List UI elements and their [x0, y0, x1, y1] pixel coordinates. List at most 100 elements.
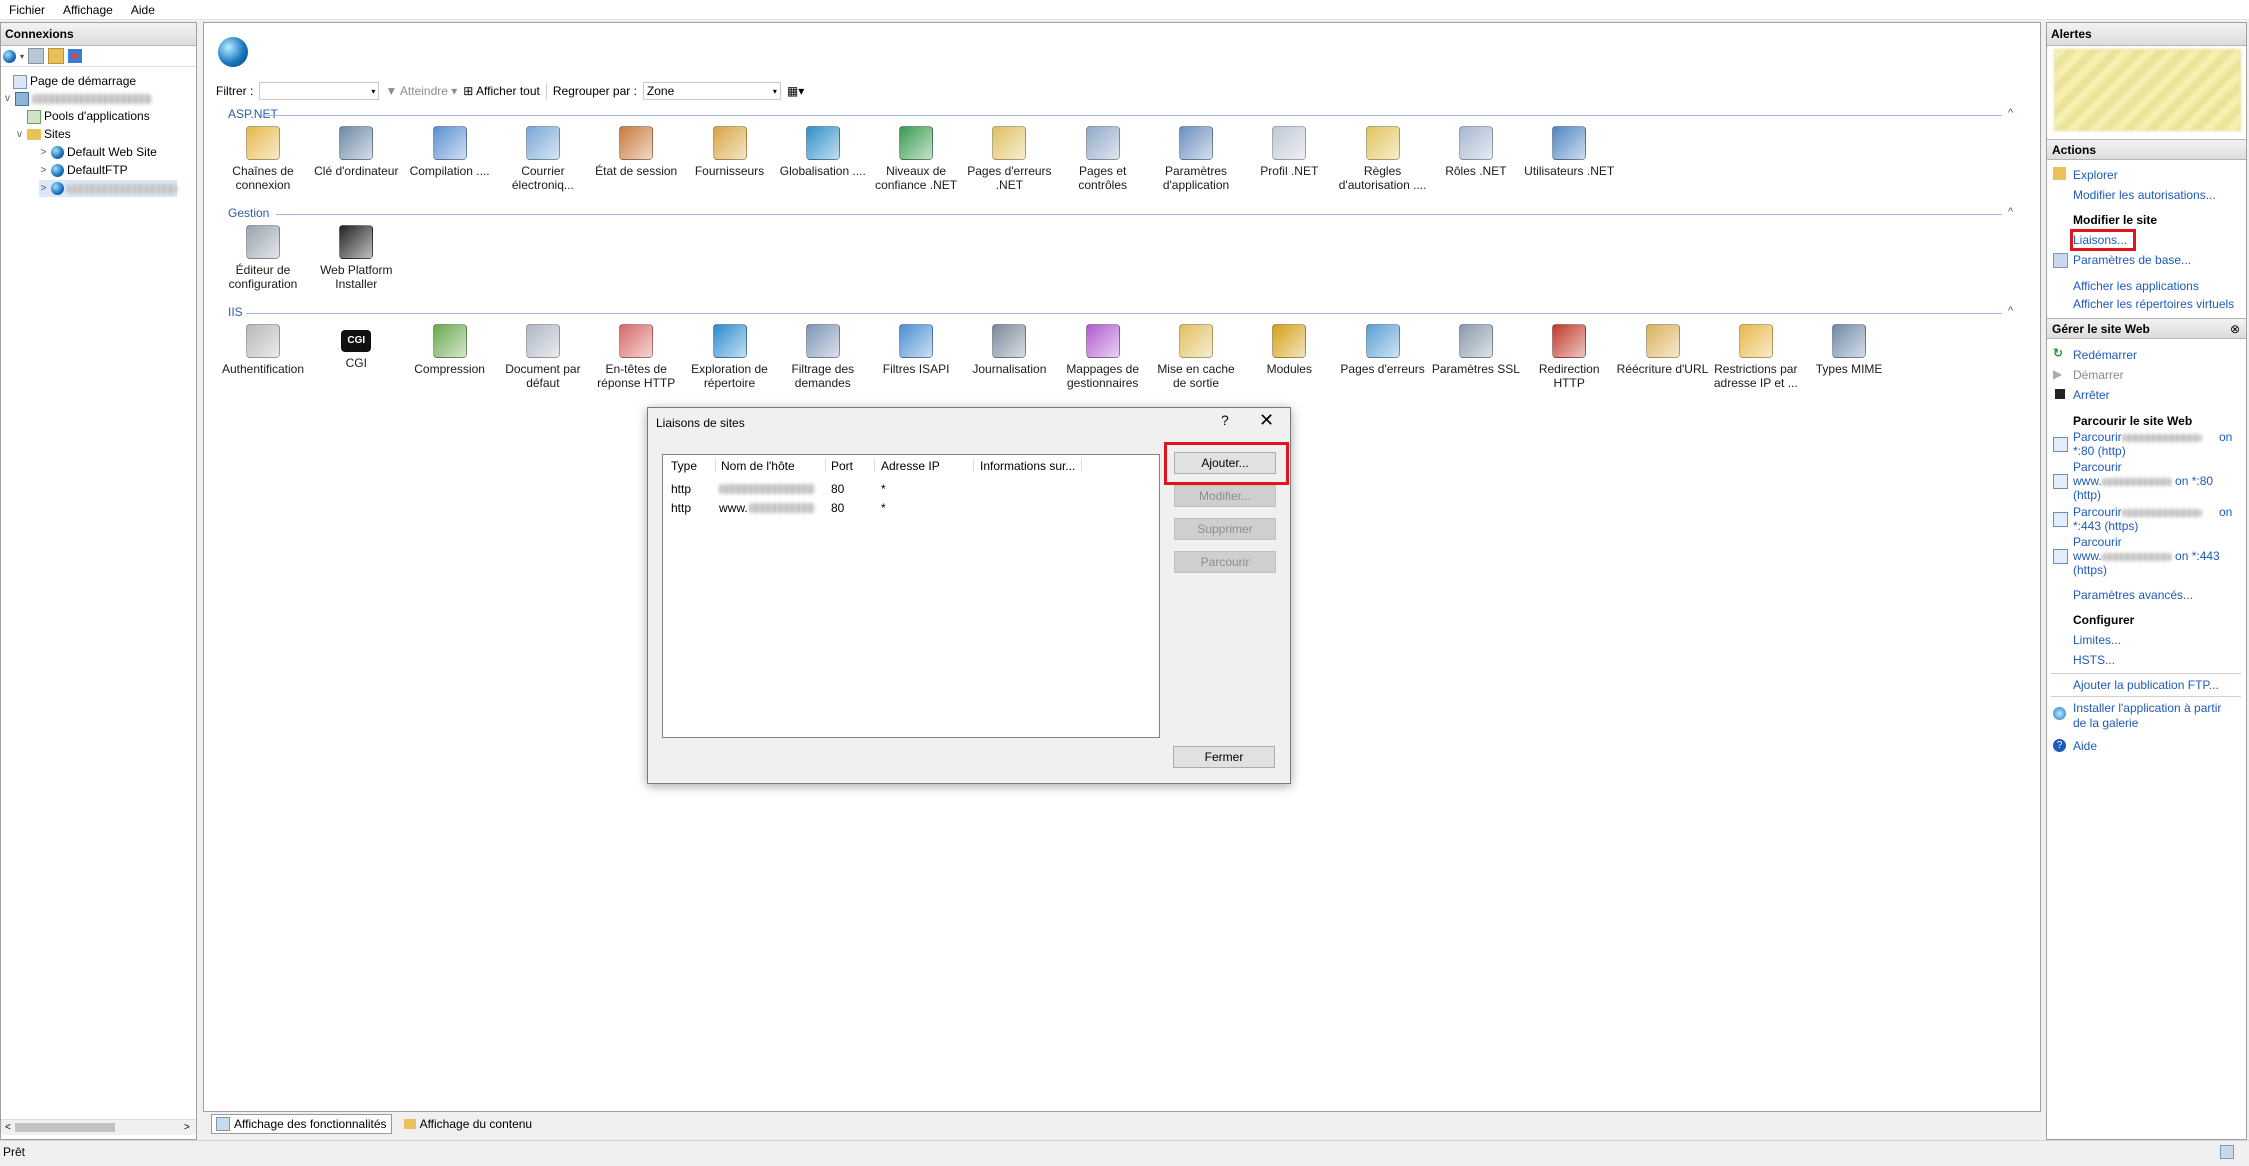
expand-chevron-icon[interactable]: > [39, 162, 48, 179]
browse-link-1[interactable]: Parcourir on *:80 (http) [2073, 430, 2232, 458]
feature-directory-browsing[interactable]: Exploration de répertoire [684, 324, 776, 390]
connect-globe-icon[interactable] [3, 49, 16, 63]
tree-server[interactable]: v [3, 90, 152, 107]
tab-content-view[interactable]: Affichage du contenu [400, 1115, 537, 1133]
advanced-settings-link[interactable]: Paramètres avancés... [2073, 588, 2193, 602]
tree-app-pools[interactable]: Pools d'applications [27, 108, 150, 125]
menu-aide[interactable]: Aide [122, 3, 164, 17]
bindings-list[interactable]: Type Nom de l'hôte Port Adresse IP Infor… [662, 454, 1160, 738]
collapse-chevron-icon[interactable]: v [3, 90, 12, 107]
tree-sites[interactable]: v Sites [15, 126, 71, 143]
feature-config-editor[interactable]: Éditeur de configuration [217, 225, 309, 291]
close-button[interactable]: Fermer [1173, 746, 1275, 768]
feature-output-caching[interactable]: Mise en cache de sortie [1150, 324, 1242, 390]
view-mode-icon[interactable]: ▦▾ [787, 84, 804, 98]
feature-ip-restrictions[interactable]: Restrictions par adresse IP et ... [1710, 324, 1802, 390]
feature-mime-types[interactable]: Types MIME [1803, 324, 1895, 376]
filter-input[interactable]: ▾ [259, 82, 380, 100]
disconnect-icon[interactable] [68, 49, 83, 63]
menu-fichier[interactable]: Fichier [0, 3, 54, 17]
feature-connection-strings[interactable]: Chaînes de connexion [217, 126, 309, 192]
scroll-left-icon[interactable]: < [5, 1122, 11, 1133]
feature-web-platform-installer[interactable]: Web Platform Installer [310, 225, 402, 291]
group-by-select[interactable]: Zone ▾ [642, 82, 781, 100]
up-folder-icon[interactable] [48, 48, 65, 64]
save-icon[interactable] [28, 48, 45, 64]
column-type[interactable]: Type [671, 459, 697, 473]
feature-globalization[interactable]: Globalisation .... [777, 126, 869, 178]
http-redirect-icon [1552, 324, 1587, 358]
feature-logging[interactable]: Journalisation [963, 324, 1055, 376]
view-applications-link[interactable]: Afficher les applications [2073, 279, 2199, 293]
show-all-button[interactable]: ⊞ Afficher tout [463, 84, 540, 98]
column-port[interactable]: Port [831, 459, 853, 473]
hsts-link[interactable]: HSTS... [2073, 653, 2115, 667]
dropdown-arrow-icon[interactable]: ▾ [20, 52, 24, 61]
stop-link[interactable]: Arrêter [2073, 388, 2110, 402]
expand-chevron-icon[interactable]: > [39, 180, 48, 197]
help-link[interactable]: Aide [2073, 739, 2097, 753]
browse-link-4[interactable]: Parcourir www. on *:443 (https) [2073, 535, 2220, 577]
column-host[interactable]: Nom de l'hôte [721, 459, 795, 473]
scroll-thumb[interactable] [15, 1123, 115, 1132]
collapse-chevron-icon[interactable]: v [15, 126, 24, 143]
feature-pages-controls[interactable]: Pages et contrôles [1057, 126, 1149, 192]
collapse-section-icon[interactable]: ^ [2008, 206, 2013, 218]
tree-default-web-site[interactable]: > Default Web Site [39, 144, 157, 161]
feature-net-users[interactable]: Utilisateurs .NET [1523, 126, 1615, 178]
restart-link[interactable]: Redémarrer [2073, 348, 2137, 362]
view-virtual-dirs-link[interactable]: Afficher les répertoires virtuels [2073, 297, 2234, 311]
tab-features-view[interactable]: Affichage des fonctionnalités [211, 1114, 392, 1134]
add-ftp-link[interactable]: Ajouter la publication FTP... [2073, 678, 2219, 692]
horizontal-scrollbar[interactable]: < > [1, 1119, 196, 1135]
feature-session-state[interactable]: État de session [590, 126, 682, 178]
feature-modules[interactable]: Modules [1243, 324, 1335, 376]
limits-link[interactable]: Limites... [2073, 633, 2121, 647]
feature-trust-levels[interactable]: Niveaux de confiance .NET [870, 126, 962, 192]
machine-key-icon [339, 126, 374, 160]
feature-authentication[interactable]: Authentification [217, 324, 309, 376]
tree-start-page[interactable]: Page de démarrage [13, 73, 136, 90]
help-icon[interactable]: ? [1221, 412, 1229, 428]
explore-link[interactable]: Explorer [2073, 168, 2118, 182]
column-info[interactable]: Informations sur... [980, 459, 1075, 473]
feature-ssl-settings[interactable]: Paramètres SSL [1430, 324, 1522, 376]
feature-error-pages[interactable]: Pages d'erreurs [1337, 324, 1429, 376]
column-ip[interactable]: Adresse IP [881, 459, 940, 473]
browse-link-3[interactable]: Parcourir on *:443 (https) [2073, 505, 2232, 533]
collapse-section-icon[interactable]: ^ [2008, 305, 2013, 317]
feature-cgi[interactable]: CGI CGI [310, 324, 402, 370]
add-button[interactable]: Ajouter... [1174, 452, 1276, 474]
browse-link-2[interactable]: Parcourir www. on *:80 (http) [2073, 460, 2213, 502]
edit-permissions-link[interactable]: Modifier les autorisations... [2073, 188, 2216, 202]
feature-net-profile[interactable]: Profil .NET [1243, 126, 1335, 178]
expand-chevron-icon[interactable]: > [39, 144, 48, 161]
basic-settings-link[interactable]: Paramètres de base... [2073, 253, 2191, 267]
collapse-circle-icon[interactable]: ⊗ [2230, 319, 2240, 340]
go-button[interactable]: ▼ Atteindre ▾ [385, 84, 457, 98]
feature-machine-key[interactable]: Clé d'ordinateur [310, 126, 402, 178]
feature-compilation[interactable]: Compilation .... [404, 126, 496, 178]
menu-affichage[interactable]: Affichage [54, 3, 122, 17]
collapse-section-icon[interactable]: ^ [2008, 107, 2013, 119]
feature-compression[interactable]: Compression [404, 324, 496, 376]
feature-error-pages-net[interactable]: Pages d'erreurs .NET [963, 126, 1055, 192]
feature-isapi-filters[interactable]: Filtres ISAPI [870, 324, 962, 376]
feature-app-settings[interactable]: Paramètres d'application [1150, 126, 1242, 192]
feature-providers[interactable]: Fournisseurs [684, 126, 776, 178]
feature-authorization-rules[interactable]: Règles d'autorisation .... [1337, 126, 1429, 192]
feature-http-redirect[interactable]: Redirection HTTP [1523, 324, 1615, 390]
tree-default-ftp[interactable]: > DefaultFTP [39, 162, 128, 179]
feature-net-roles[interactable]: Rôles .NET [1430, 126, 1522, 178]
feature-url-rewrite[interactable]: Réécriture d'URL [1617, 324, 1709, 376]
install-gallery-link[interactable]: Installer l'application à partir de la ga… [2073, 701, 2221, 731]
scroll-right-icon[interactable]: > [184, 1122, 190, 1133]
feature-http-headers[interactable]: En-têtes de réponse HTTP [590, 324, 682, 390]
close-icon[interactable]: ✕ [1259, 410, 1274, 431]
feature-label: Fournisseurs [694, 164, 765, 178]
feature-smtp-email[interactable]: Courrier électroniq... [497, 126, 589, 192]
feature-default-document[interactable]: Document par défaut [497, 324, 589, 390]
feature-handler-mappings[interactable]: Mappages de gestionnaires [1057, 324, 1149, 390]
tree-selected-site[interactable]: > [39, 180, 177, 197]
feature-request-filtering[interactable]: Filtrage des demandes [777, 324, 869, 390]
